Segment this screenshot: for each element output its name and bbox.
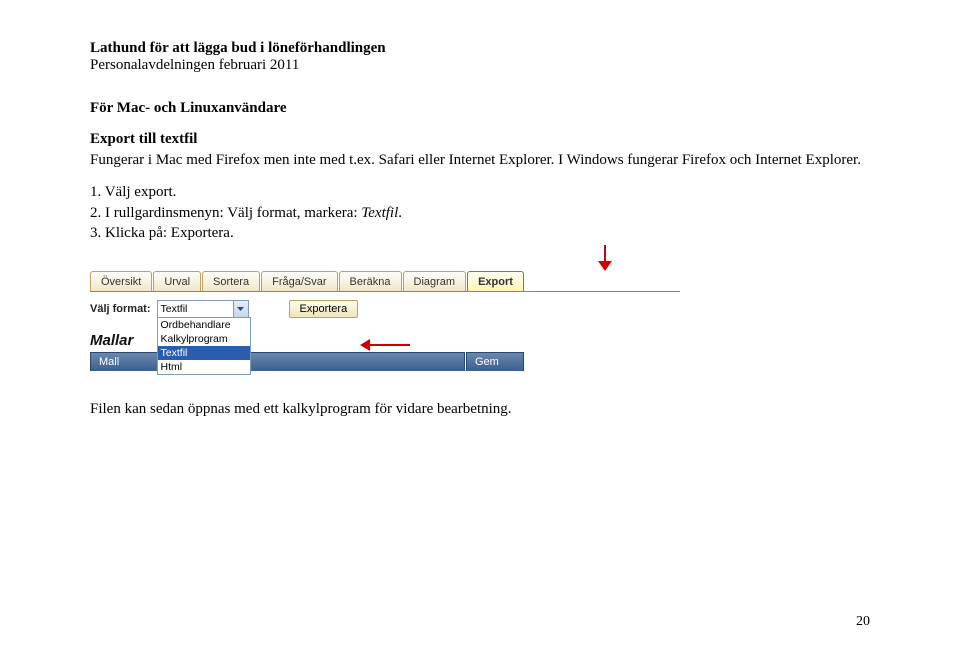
exportera-button[interactable]: Exportera	[289, 300, 359, 318]
section-heading: För Mac- och Linuxanvändare	[90, 100, 870, 117]
tab-export[interactable]: Export	[467, 271, 524, 291]
step-2-prefix: 2. I rullgardinsmenyn: Välj format, mark…	[90, 205, 361, 221]
doc-header-subtitle: Personalavdelningen februari 2011	[90, 57, 870, 74]
tab-urval[interactable]: Urval	[153, 271, 201, 291]
format-select-box[interactable]: Textfil	[157, 300, 249, 318]
red-arrow-left-icon	[360, 339, 410, 351]
page-number: 20	[856, 614, 870, 630]
format-option-kalkylprogram[interactable]: Kalkylprogram	[158, 332, 250, 346]
tab-oversikt[interactable]: Översikt	[90, 271, 152, 291]
step-2-suffix: .	[398, 205, 402, 221]
format-dropdown-list: Ordbehandlare Kalkylprogram Textfil Html	[157, 317, 251, 375]
format-option-html[interactable]: Html	[158, 360, 250, 374]
tab-fraga-svar[interactable]: Fråga/Svar	[261, 271, 337, 291]
chevron-down-icon[interactable]	[233, 301, 248, 317]
format-select[interactable]: Textfil Ordbehandlare Kalkylprogram Text…	[157, 300, 249, 318]
format-option-ordbehandlare[interactable]: Ordbehandlare	[158, 318, 250, 332]
format-selected-value: Textfil	[161, 303, 188, 315]
tab-bar: Översikt Urval Sortera Fråga/Svar Beräkn…	[90, 265, 680, 292]
footer-note: Filen kan sedan öppnas med ett kalkylpro…	[90, 401, 870, 418]
tab-berakna[interactable]: Beräkna	[339, 271, 402, 291]
subtab-gem[interactable]: Gem	[466, 352, 524, 371]
step-2-emph: Textfil	[361, 205, 398, 221]
format-option-textfil[interactable]: Textfil	[158, 346, 250, 360]
step-3: 3. Klicka på: Exportera.	[90, 223, 870, 243]
tab-diagram[interactable]: Diagram	[403, 271, 467, 291]
section-paragraph: Fungerar i Mac med Firefox men inte med …	[90, 150, 870, 170]
doc-header-title: Lathund för att lägga bud i löneförhandl…	[90, 40, 870, 57]
section-subtitle: Export till textfil	[90, 131, 870, 148]
step-2: 2. I rullgardinsmenyn: Välj format, mark…	[90, 203, 870, 223]
step-1: 1. Välj export.	[90, 182, 870, 202]
tab-sortera[interactable]: Sortera	[202, 271, 260, 291]
format-label: Välj format:	[90, 303, 151, 315]
format-row: Välj format: Textfil Ordbehandlare Kalky…	[90, 300, 680, 318]
instruction-steps: 1. Välj export. 2. I rullgardinsmenyn: V…	[90, 182, 870, 243]
screenshot: Översikt Urval Sortera Fråga/Svar Beräkn…	[90, 265, 680, 371]
